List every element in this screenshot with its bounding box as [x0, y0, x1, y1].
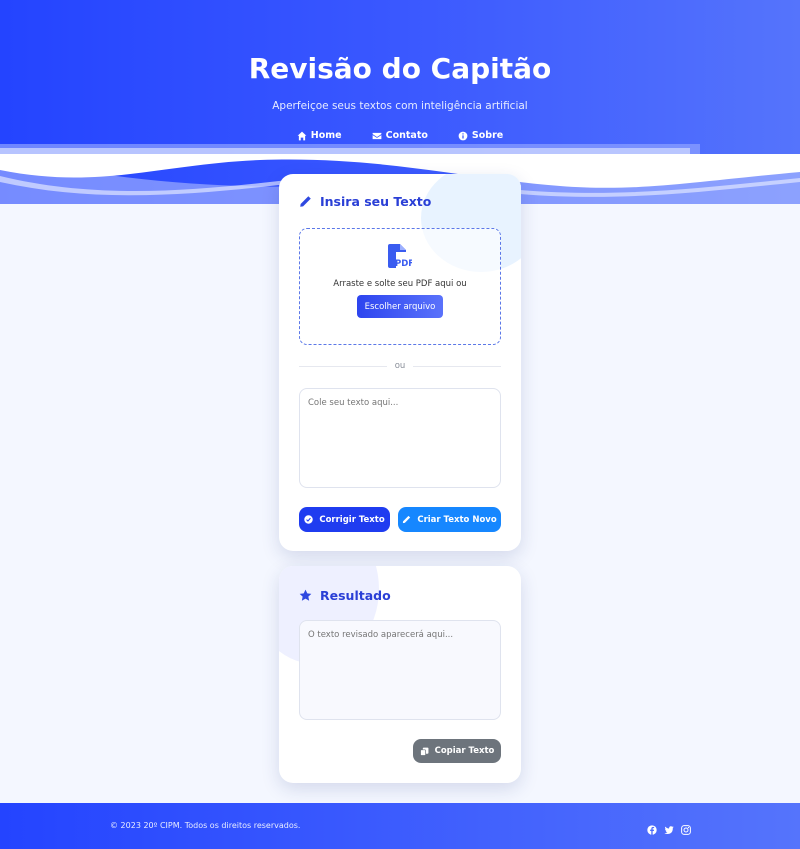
page-subtitle: Aperfeiçoe seus textos com inteligência …: [272, 100, 528, 112]
pdf-file-icon: PDF: [388, 244, 412, 269]
input-textarea[interactable]: [299, 388, 501, 488]
nav-home-label: Home: [310, 130, 342, 141]
facebook-icon[interactable]: [647, 820, 657, 835]
result-card-title: Resultado: [320, 588, 391, 603]
input-card: Insira seu Texto PDF Arraste e solte seu…: [279, 174, 521, 551]
page-title: Revisão do Capitão: [248, 52, 552, 85]
home-icon: [297, 131, 307, 140]
correct-text-label: Corrigir Texto: [319, 514, 385, 525]
nav-contato-label: Contato: [385, 130, 428, 141]
star-icon: [299, 589, 312, 601]
pencil-icon: [300, 196, 311, 207]
dropzone-text: Arraste e solte seu PDF aqui ou: [333, 279, 467, 289]
correct-text-button[interactable]: Corrigir Texto: [299, 507, 390, 532]
check-circle-icon: [304, 515, 314, 524]
new-text-button[interactable]: Criar Texto Novo: [398, 507, 501, 532]
nav-sobre[interactable]: Sobre: [458, 130, 503, 141]
pencil-icon: [403, 515, 411, 524]
nav-sobre-label: Sobre: [471, 130, 504, 141]
input-card-title: Insira seu Texto: [320, 194, 432, 209]
input-card-header: Insira seu Texto: [299, 194, 431, 209]
copyright-text: © 2023 20º CIPM. Todos os direitos reser…: [110, 821, 301, 830]
divider-line: [413, 366, 501, 367]
page-footer: © 2023 20º CIPM. Todos os direitos reser…: [0, 803, 800, 849]
new-text-label: Criar Texto Novo: [417, 514, 497, 525]
copy-icon: [419, 747, 429, 756]
copy-text-button[interactable]: Copiar Texto: [413, 739, 501, 763]
nav-home[interactable]: Home: [297, 130, 342, 141]
result-card-header: Resultado: [299, 588, 391, 603]
info-icon: [458, 131, 468, 140]
copy-text-label: Copiar Texto: [434, 746, 495, 756]
result-card: Resultado Copiar Texto: [279, 566, 521, 783]
result-textarea[interactable]: [299, 620, 501, 720]
or-divider: ou: [299, 361, 501, 371]
twitter-icon[interactable]: [664, 820, 674, 834]
choose-file-button[interactable]: Escolher arquivo: [357, 295, 443, 318]
instagram-icon[interactable]: [681, 820, 691, 835]
nav-contato[interactable]: Contato: [372, 130, 428, 141]
main-nav: Home Contato Sobre: [0, 130, 800, 141]
svg-text:PDF: PDF: [395, 259, 412, 269]
envelope-icon: [372, 132, 381, 139]
pdf-dropzone[interactable]: PDF Arraste e solte seu PDF aqui ou Esco…: [299, 228, 501, 345]
social-links: [647, 820, 691, 835]
